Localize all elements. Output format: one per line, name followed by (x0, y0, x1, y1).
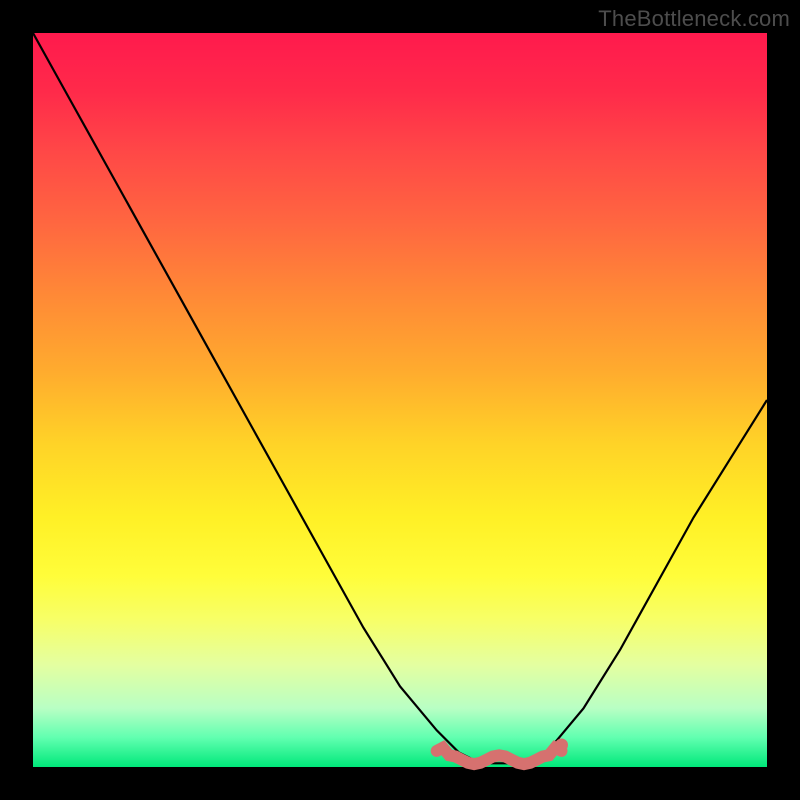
chart-frame: TheBottleneck.com (0, 0, 800, 800)
bottleneck-curve-svg (33, 33, 767, 767)
plot-area (33, 33, 767, 767)
bottleneck-curve-path (33, 33, 767, 763)
end-marker (556, 739, 568, 751)
watermark-text: TheBottleneck.com (598, 6, 790, 32)
